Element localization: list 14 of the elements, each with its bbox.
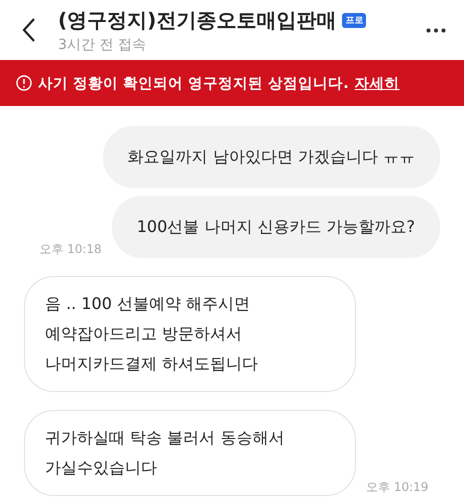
message-bubble: 귀가하실때 탁송 불러서 동승해서 가실수있습니다 <box>24 410 356 496</box>
shop-title: (영구정지)전기종오토매입판매 <box>58 6 336 34</box>
back-icon[interactable] <box>22 17 36 43</box>
warning-icon <box>16 75 32 91</box>
message-time: 오후 10:19 <box>366 479 428 496</box>
message-bubble: 화요일까지 남아있다면 가겠습니다 ㅠㅠ <box>102 126 440 188</box>
pro-badge: 프로 <box>342 12 366 28</box>
message-bubble: 음 .. 100 선불예약 해주시면 예약잡아드리고 방문하셔서 나머지카드결제 하셔도됩니다 <box>24 276 356 392</box>
last-seen-text: 3시간 전 접속 <box>58 36 147 54</box>
message-time: 오후 10:18 <box>39 241 102 258</box>
more-icon[interactable] <box>426 28 446 32</box>
message-bubble: 100선불 나머지 신용카드 가능할까요? <box>112 196 440 258</box>
warning-text: 사기 정황이 확인되어 영구정지된 상점입니다. <box>38 74 349 92</box>
details-link[interactable]: 자세히 <box>354 74 400 92</box>
